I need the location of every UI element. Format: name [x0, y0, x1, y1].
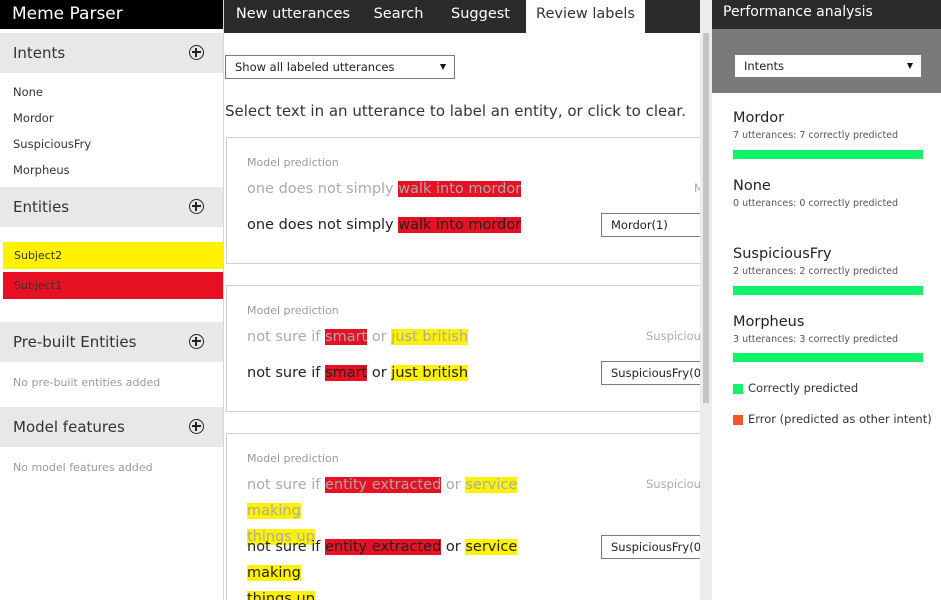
perf-bar-fill [733, 353, 923, 362]
perf-bar [733, 353, 923, 362]
entity-span-subject1[interactable]: entity extracted [325, 477, 442, 493]
entity-span-subject1[interactable]: entity extracted [325, 539, 442, 555]
sidebar-item-mordor[interactable]: Mordor [13, 111, 54, 125]
perf-intent-stats: 3 utterances: 3 correctly predicted [733, 334, 899, 345]
utterance-text: not sure if [247, 329, 326, 345]
left-sidebar: Meme Parser Intents None Mordor Suspicio… [0, 0, 224, 600]
predicted-intent: Suspicious [646, 329, 700, 343]
entity-span-subject1[interactable]: smart [325, 329, 368, 345]
sidebar-item-morpheus[interactable]: Morpheus [13, 163, 70, 177]
add-feature-icon[interactable] [189, 419, 204, 434]
legend-correct-label: Correctly predicted [748, 381, 859, 395]
perf-bar [733, 150, 923, 159]
sidebar-item-none[interactable]: None [13, 85, 43, 99]
prebuilt-empty-note: No pre-built entities added [13, 376, 161, 389]
main-panel: New utterances Search Suggest Review lab… [224, 0, 700, 600]
main-scrollbar[interactable] [700, 0, 712, 600]
perf-intent-name: Mordor [733, 110, 785, 126]
perf-bar-fill [733, 150, 923, 159]
performance-header: Performance analysis Intents [712, 0, 941, 93]
utterance-text[interactable]: not sure if [247, 365, 325, 381]
sidebar-item-suspiciousfry[interactable]: SuspiciousFry [13, 137, 91, 151]
utterance-card: Model prediction not sure if entity extr… [226, 433, 700, 600]
app-title: Meme Parser [0, 0, 223, 29]
labeled-utterance[interactable]: not sure if smart or just british [247, 360, 469, 386]
utterance-card: Model prediction not sure if smart or ju… [226, 285, 700, 412]
perf-bar-fill [733, 286, 923, 295]
perf-intent-name: SuspiciousFry [733, 246, 832, 262]
prebuilt-header: Pre-built Entities [0, 322, 223, 362]
utterance-text: not sure if [247, 477, 326, 493]
perf-intent-name: Morpheus [733, 314, 805, 330]
add-entity-icon[interactable] [189, 199, 204, 214]
perf-intent-stats: 7 utterances: 7 correctly predicted [733, 130, 899, 141]
features-empty-note: No model features added [13, 461, 153, 474]
prebuilt-heading: Pre-built Entities [13, 333, 137, 351]
intent-select[interactable]: SuspiciousFry(0.9 [601, 361, 700, 385]
performance-title: Performance analysis [723, 4, 873, 20]
intent-select[interactable]: Mordor(1) [601, 213, 700, 237]
intent-select[interactable]: SuspiciousFry(0.9 [601, 535, 700, 559]
entity-chip-subject1[interactable]: Subject1 [3, 272, 223, 299]
perf-view-select-value: Intents [744, 59, 785, 73]
model-prediction-label: Model prediction [247, 304, 339, 317]
predicted-utterance: not sure if smart or just british [247, 324, 469, 350]
entity-span-subject1[interactable]: smart [325, 365, 368, 381]
predicted-utterance: one does not simply walk into mordor [247, 176, 522, 202]
perf-intent-stats: 2 utterances: 2 correctly predicted [733, 266, 899, 277]
legend-error-label: Error (predicted as other intent) [748, 412, 932, 426]
add-prebuilt-icon[interactable] [189, 334, 204, 349]
add-intent-icon[interactable] [189, 45, 204, 60]
entity-span-subject2[interactable]: just british [391, 365, 469, 381]
utterance-text[interactable]: not sure if [247, 539, 325, 555]
performance-panel: Performance analysis Intents Mordor 7 ut… [712, 0, 941, 600]
utterance-text[interactable]: or [367, 365, 391, 381]
utterance-text: or [441, 477, 466, 493]
entity-span-subject1[interactable]: walk into mordor [398, 217, 522, 233]
model-prediction-label: Model prediction [247, 452, 339, 465]
filter-select[interactable]: Show all labeled utterances [225, 55, 455, 79]
chevron-down-icon [440, 64, 446, 70]
intents-header: Intents [0, 33, 223, 73]
tab-review-labels[interactable]: Review labels [526, 0, 645, 33]
tab-suggest[interactable]: Suggest [435, 0, 526, 33]
legend-error-swatch [733, 415, 743, 425]
predicted-intent: Suspicious [646, 477, 700, 491]
perf-intent-stats: 0 utterances: 0 correctly predicted [733, 198, 899, 209]
entities-heading: Entities [13, 198, 70, 216]
features-heading: Model features [13, 418, 125, 436]
perf-intent-name: None [733, 178, 771, 194]
features-header: Model features [0, 407, 223, 447]
utterance-text: one does not simply [247, 181, 399, 197]
legend-correct-swatch [733, 384, 743, 394]
entity-chip-subject2[interactable]: Subject2 [3, 242, 223, 269]
labeled-utterance[interactable]: not sure if entity extracted or service … [247, 534, 547, 600]
tab-new-utterances[interactable]: New utterances [224, 0, 362, 33]
perf-view-select[interactable]: Intents [734, 54, 922, 78]
entities-header: Entities [0, 187, 223, 227]
intents-heading: Intents [13, 44, 66, 62]
labeled-utterance[interactable]: one does not simply walk into mordor [247, 212, 522, 238]
chevron-down-icon [907, 63, 913, 69]
utterance-card: Model prediction one does not simply wal… [226, 137, 700, 264]
scrollbar-thumb[interactable] [703, 33, 709, 403]
tab-search[interactable]: Search [362, 0, 435, 33]
utterance-text[interactable]: one does not simply [247, 217, 398, 233]
instructions-text: Select text in an utterance to label an … [225, 102, 686, 120]
filter-select-value: Show all labeled utterances [235, 60, 395, 74]
model-prediction-label: Model prediction [247, 156, 339, 169]
top-nav: New utterances Search Suggest Review lab… [224, 0, 700, 33]
entity-span-subject2[interactable]: just british [391, 329, 469, 345]
entity-span-subject2[interactable]: things up [247, 591, 315, 600]
entity-span-subject1[interactable]: walk into mordor [398, 181, 522, 197]
utterance-text[interactable]: or [441, 539, 465, 555]
utterance-text: or [367, 329, 392, 345]
perf-bar [733, 286, 923, 295]
